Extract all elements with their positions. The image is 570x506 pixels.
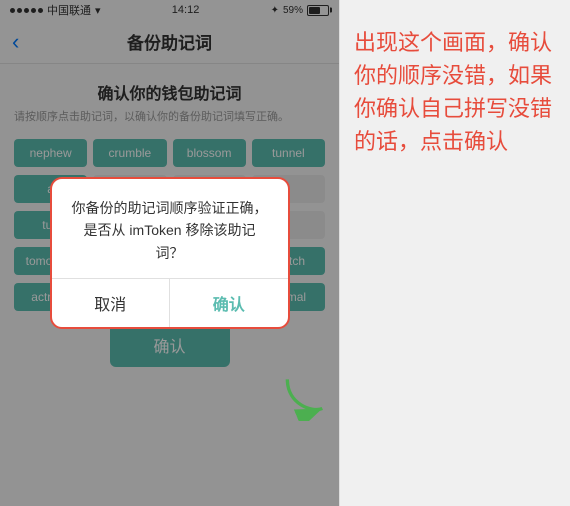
dialog-overlay: 你备份的助记词顺序验证正确，是否从 imToken 移除该助记词？ 取消 确认 [0, 0, 339, 506]
annotation-text: 出现这个画面，确认你的顺序没错，如果你确认自己拼写没错的话，点击确认 [354, 26, 556, 158]
green-arrow-icon [279, 371, 329, 421]
dialog-button-row: 取消 确认 [52, 278, 288, 327]
dialog-confirm-button[interactable]: 确认 [170, 279, 288, 327]
dialog-message: 你备份的助记词顺序验证正确，是否从 imToken 移除该助记词？ [72, 197, 268, 264]
phone-screen: 中国联通 ▾ 14:12 ✦ 59% ‹ 备份助记词 确认你的钱包助记词 请按顺… [0, 0, 340, 506]
dialog-body: 你备份的助记词顺序验证正确，是否从 imToken 移除该助记词？ [52, 179, 288, 278]
arrow-annotation [279, 371, 329, 426]
annotation-area: 出现这个画面，确认你的顺序没错，如果你确认自己拼写没错的话，点击确认 [340, 0, 570, 506]
confirm-dialog: 你备份的助记词顺序验证正确，是否从 imToken 移除该助记词？ 取消 确认 [50, 177, 290, 329]
dialog-cancel-button[interactable]: 取消 [52, 279, 171, 327]
